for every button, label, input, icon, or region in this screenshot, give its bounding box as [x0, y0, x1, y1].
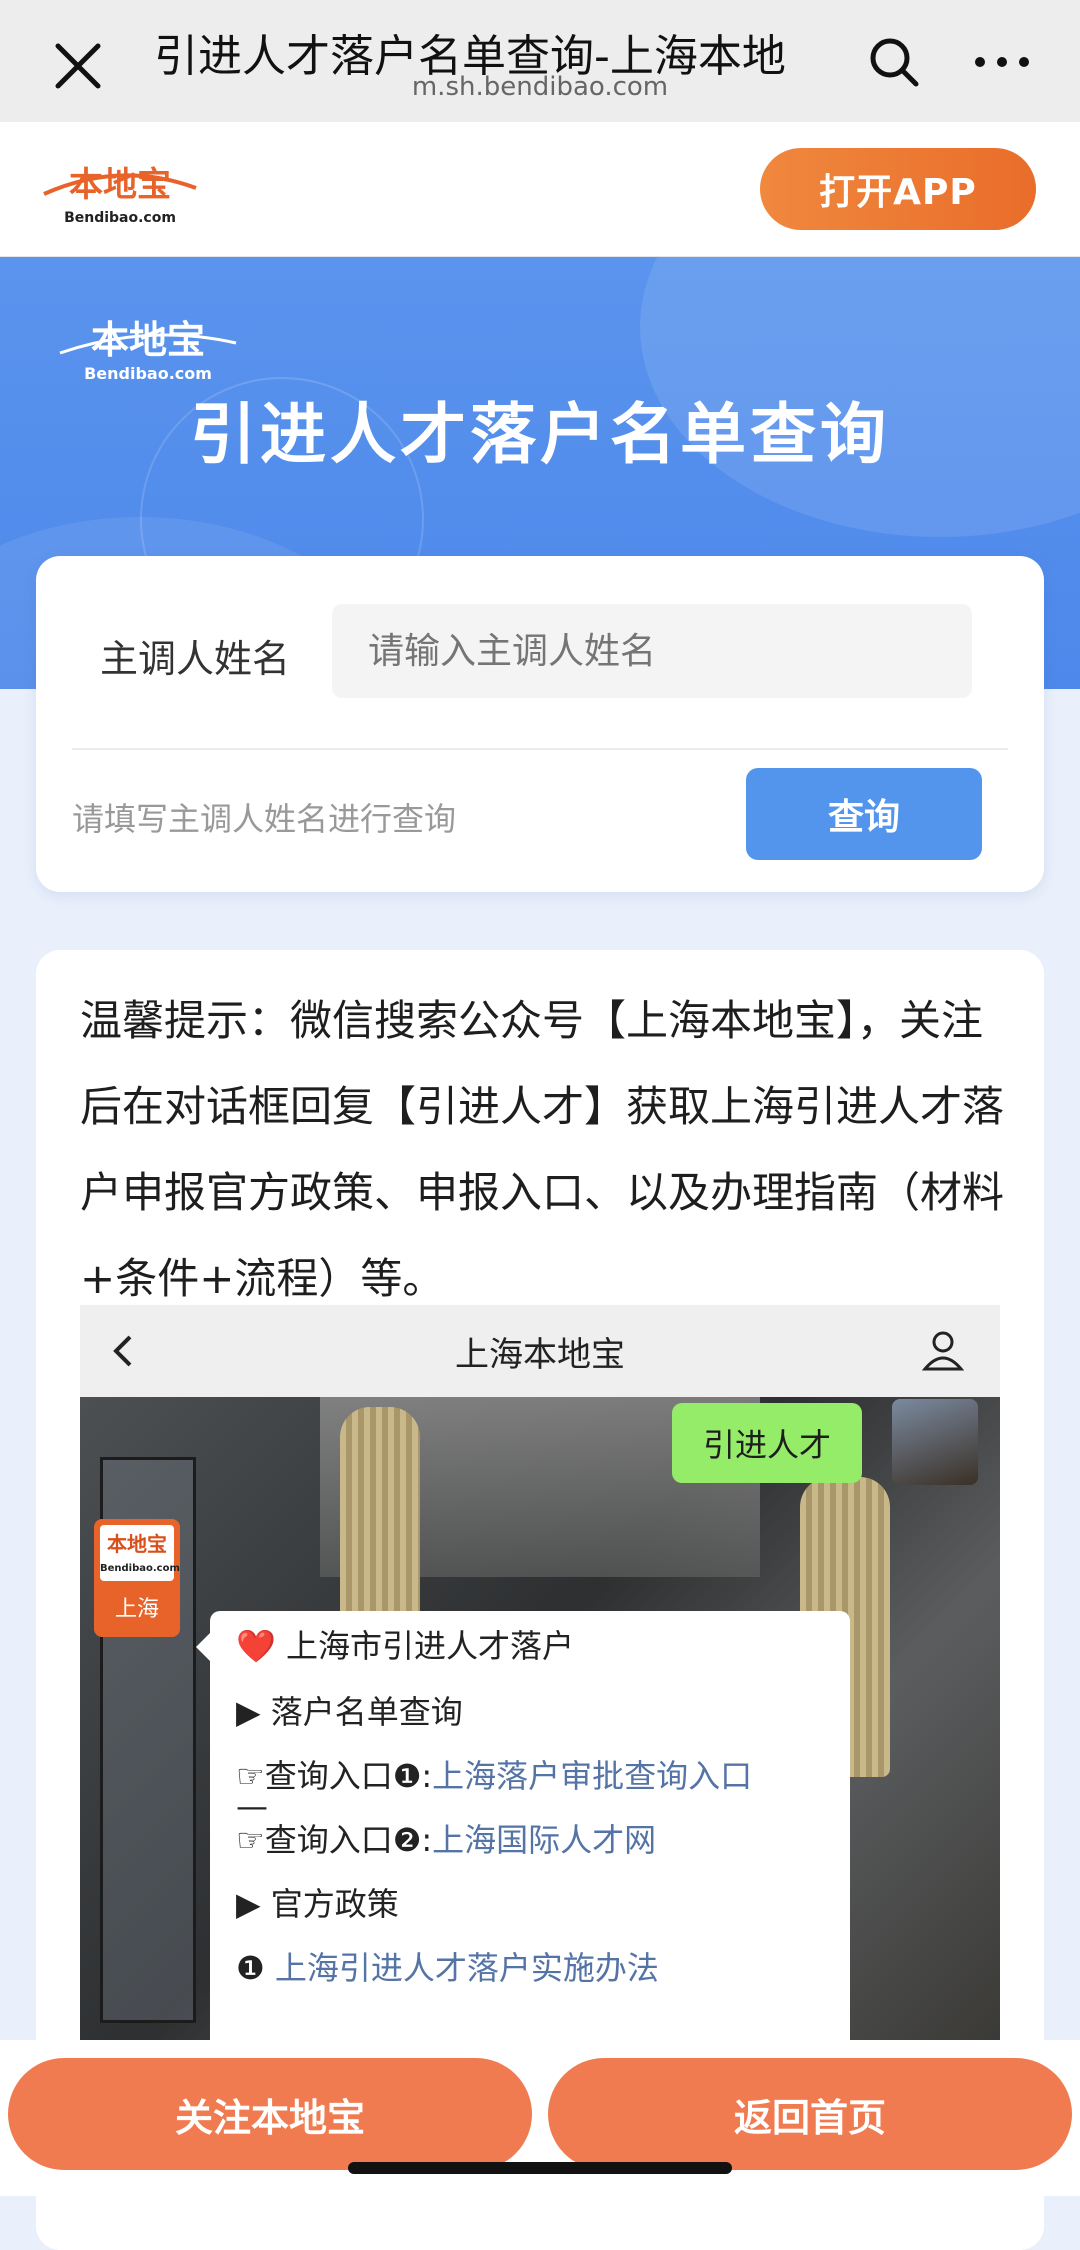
bot-avatar-city: 上海	[114, 1597, 159, 1622]
svg-text:本地宝: 本地宝	[69, 165, 171, 205]
reply-section-2: ▶ 官方政策	[236, 1885, 399, 1923]
home-button[interactable]: 返回首页	[548, 2058, 1072, 2170]
search-form-card: 主调人姓名 请填写主调人姓名进行查询 查询	[36, 556, 1044, 892]
name-input[interactable]	[332, 604, 972, 698]
more-icon[interactable]	[972, 52, 1032, 72]
decorative-shape	[340, 1407, 420, 1637]
reply-entry-2: ☞查询入口❷:上海国际人才网	[236, 1815, 656, 1861]
browser-top-bar: 引进人才落户名单查询-上海本地 m.sh.bendibao.com	[0, 0, 1080, 122]
chat-background: 引进人才 本地宝 Bendibao.com 上海 ❤️ 上海市引进人才落户 ▶ …	[80, 1397, 1000, 2040]
user-message-bubble: 引进人才	[672, 1403, 862, 1483]
reply-entry-1: ☞查询入口❶:上海落户审批查询入口	[236, 1751, 752, 1797]
wechat-guide-image: 上海本地宝 引进人才 本地宝 Bendibao.com 上海 ❤️ 上海市引进人…	[80, 1305, 1000, 2040]
svg-text:Bendibao.com: Bendibao.com	[64, 210, 176, 226]
open-app-button[interactable]: 打开APP	[760, 148, 1036, 230]
query-button[interactable]: 查询	[746, 768, 982, 860]
bot-avatar-logo: 本地宝	[107, 1532, 167, 1556]
reply-section-1: ▶ 落户名单查询	[236, 1693, 463, 1731]
reply-heading: ❤️ 上海市引进人才落户	[236, 1621, 574, 1667]
decorative-shape	[196, 1633, 210, 1661]
form-hint: 请填写主调人姓名进行查询	[72, 800, 457, 838]
decorative-shape: 本地宝 Bendibao.com	[100, 1525, 180, 1581]
bot-avatar-sub: Bendibao.com	[100, 1563, 180, 1574]
home-indicator	[348, 2162, 732, 2174]
search-icon[interactable]	[866, 34, 922, 90]
bot-reply-bubble: ❤️ 上海市引进人才落户 ▶ 落户名单查询 ☞查询入口❶:上海落户审批查询入口 …	[196, 1611, 850, 2040]
name-field-label: 主调人姓名	[100, 637, 291, 681]
user-avatar	[892, 1399, 978, 1485]
reply-policy-1: ❶ 上海引进人才落户实施办法	[236, 1943, 659, 1989]
divider	[72, 748, 1008, 750]
user-icon	[921, 1331, 965, 1371]
hero-logo: 本地宝 Bendibao.com	[59, 318, 237, 383]
follow-button[interactable]: 关注本地宝	[8, 2058, 532, 2170]
policy-1-num: ❶	[236, 1949, 265, 1987]
bendibao-logo[interactable]: 本地宝 Bendibao.com	[40, 150, 200, 230]
entry-1-link: 上海落户审批查询入口	[432, 1757, 753, 1795]
bot-avatar: 本地宝 Bendibao.com 上海	[94, 1519, 180, 1637]
entry-2-prefix: ☞查询入口❷:	[236, 1821, 433, 1859]
tip-text: 温馨提示：微信搜索公众号【上海本地宝】，关注后在对话框回复【引进人才】获取上海引…	[80, 996, 1005, 1303]
policy-1-link: 上海引进人才落户实施办法	[274, 1949, 659, 1987]
chat-header: 上海本地宝	[80, 1305, 1000, 1397]
entry-2-link: 上海国际人才网	[432, 1821, 657, 1859]
chat-account-name: 上海本地宝	[455, 1335, 625, 1375]
reply-heading-text: 上海市引进人才落户	[286, 1627, 575, 1665]
heart-icon: ❤️	[236, 1627, 276, 1665]
hero-title: 引进人才落户名单查询	[190, 396, 890, 473]
app-header: 本地宝 Bendibao.com 打开APP	[0, 122, 1080, 257]
svg-text:本地宝: 本地宝	[91, 318, 205, 362]
